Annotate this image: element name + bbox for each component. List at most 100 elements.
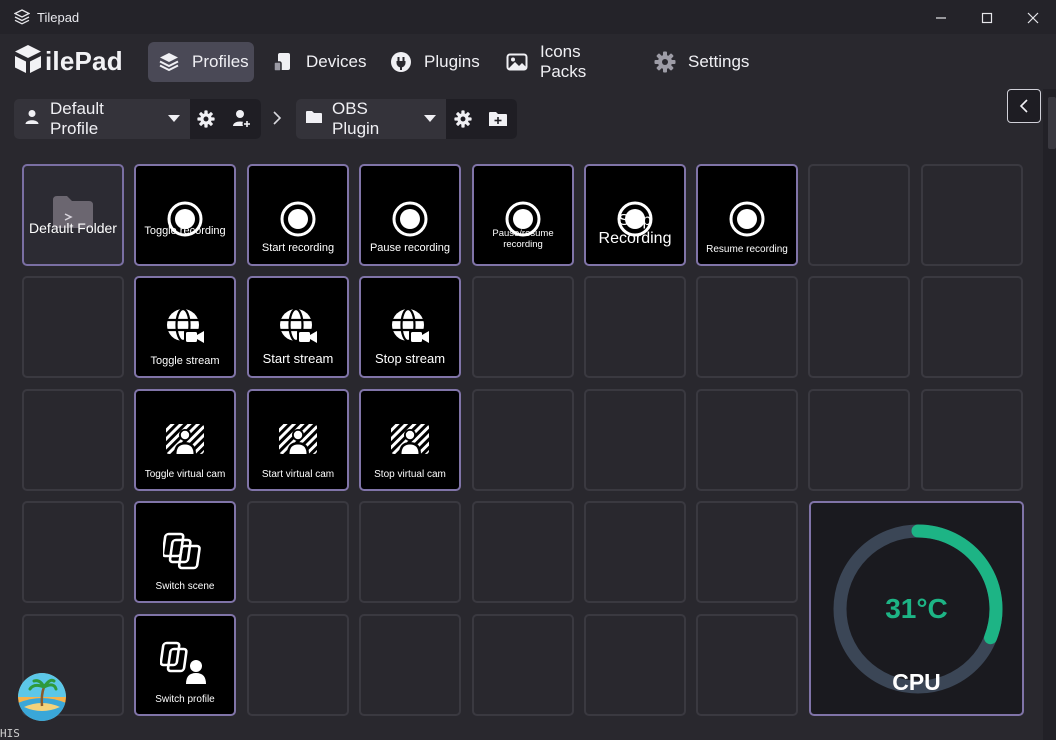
close-icon <box>1027 12 1039 24</box>
title-bar: Tilepad <box>0 0 1056 34</box>
empty-tile[interactable] <box>472 501 574 603</box>
sidebar-toggle-button[interactable] <box>1007 89 1041 123</box>
virtual-cam-icon <box>136 422 234 456</box>
devices-icon <box>272 51 294 73</box>
tab-icons-packs[interactable]: Icons Packs <box>496 42 640 82</box>
tab-label: Plugins <box>424 52 480 71</box>
gear-icon <box>654 51 676 73</box>
tab-plugins[interactable]: Plugins <box>380 42 490 82</box>
add-profile-button[interactable] <box>222 99 261 139</box>
scrollbar[interactable] <box>1043 89 1056 740</box>
cpu-label: CPU <box>892 669 941 695</box>
tile-label: Toggle virtual cam <box>144 469 226 480</box>
tile-label: Stop stream <box>374 351 446 366</box>
empty-tile[interactable] <box>359 501 461 603</box>
stacked-profile-icon <box>136 640 234 688</box>
tile-pause-resume-recording[interactable]: Pause/resume recording <box>472 164 574 266</box>
empty-tile[interactable] <box>472 276 574 378</box>
tile-start-virtual-cam[interactable]: Start virtual cam <box>247 389 349 491</box>
tile-switch-profile[interactable]: Switch profile <box>134 614 236 716</box>
tile-stop-virtual-cam[interactable]: Stop virtual cam <box>359 389 461 491</box>
tab-devices[interactable]: Devices <box>262 42 374 82</box>
close-button[interactable] <box>1010 6 1056 30</box>
gear-icon <box>453 110 472 128</box>
tilepad-window: Tilepad ilePad Profiles Devices Plugins … <box>0 0 1056 740</box>
tile-start-recording[interactable]: Start recording <box>247 164 349 266</box>
scrollbar-thumb[interactable] <box>1048 97 1056 149</box>
empty-tile[interactable] <box>696 389 798 491</box>
record-icon <box>249 200 347 238</box>
minimize-icon <box>936 17 946 19</box>
tab-label: Icons Packs <box>540 42 587 81</box>
empty-tile[interactable] <box>22 389 124 491</box>
chevron-left-icon <box>1019 99 1028 113</box>
empty-tile[interactable] <box>584 501 686 603</box>
tile-stop-recording[interactable]: Stop Recording <box>584 164 686 266</box>
empty-tile[interactable] <box>584 389 686 491</box>
empty-tile[interactable] <box>584 614 686 716</box>
empty-tile[interactable] <box>921 389 1023 491</box>
minimize-button[interactable] <box>918 6 964 30</box>
window-title: Tilepad <box>37 10 80 25</box>
folder-breadcrumb: OBS Plugin <box>296 99 517 139</box>
maximize-icon <box>981 12 993 24</box>
tile-label: Toggle stream <box>150 355 220 367</box>
stacked-squares-icon <box>136 531 234 573</box>
tile-resume-recording[interactable]: Resume recording <box>696 164 798 266</box>
profile-select[interactable]: Default Profile <box>14 99 190 139</box>
user-add-icon <box>232 110 252 129</box>
empty-tile[interactable] <box>921 164 1023 266</box>
empty-tile[interactable] <box>696 501 798 603</box>
empty-tile[interactable] <box>22 276 124 378</box>
tile-toggle-virtual-cam[interactable]: Toggle virtual cam <box>134 389 236 491</box>
tab-profiles[interactable]: Profiles <box>148 42 254 82</box>
tab-label: Settings <box>688 52 750 71</box>
empty-tile[interactable] <box>247 501 349 603</box>
tile-stop-stream[interactable]: Stop stream <box>359 276 461 378</box>
empty-tile[interactable] <box>696 276 798 378</box>
tile-pause-recording[interactable]: Pause recording <box>359 164 461 266</box>
tile-toggle-recording[interactable]: Toggle recording <box>134 164 236 266</box>
tile-label: Start recording <box>261 242 335 254</box>
folder-select-label: OBS Plugin <box>332 99 380 138</box>
profile-settings-button[interactable] <box>190 99 223 139</box>
app-logo[interactable]: ilePad <box>14 44 123 78</box>
empty-tile[interactable] <box>247 614 349 716</box>
background-edge-text: HIS <box>0 727 20 740</box>
plug-icon <box>390 51 412 73</box>
folder-select[interactable]: OBS Plugin <box>296 99 446 139</box>
tile-default-folder[interactable]: Default Folder <box>22 164 124 266</box>
image-icon <box>506 51 528 73</box>
tile-label: Start virtual cam <box>261 469 335 480</box>
empty-tile[interactable] <box>696 614 798 716</box>
folder-add-icon <box>488 112 507 126</box>
folder-settings-button[interactable] <box>446 99 479 139</box>
profile-breadcrumb: Default Profile <box>14 99 261 139</box>
tile-label: Resume recording <box>706 244 788 255</box>
tab-settings[interactable]: Settings <box>644 42 762 82</box>
tile-toggle-stream[interactable]: Toggle stream <box>134 276 236 378</box>
add-folder-button[interactable] <box>478 99 517 139</box>
empty-tile[interactable] <box>359 614 461 716</box>
empty-tile[interactable] <box>22 501 124 603</box>
user-avatar[interactable] <box>18 673 66 721</box>
globe-camera-icon <box>249 306 347 348</box>
tile-label: Stop Recording <box>598 212 672 248</box>
empty-tile[interactable] <box>921 276 1023 378</box>
globe-camera-icon <box>136 306 234 348</box>
tile-start-stream[interactable]: Start stream <box>247 276 349 378</box>
virtual-cam-icon <box>249 422 347 456</box>
empty-tile[interactable] <box>584 276 686 378</box>
cpu-temperature-widget[interactable]: 31°C CPU <box>809 501 1024 716</box>
gear-icon <box>197 110 215 128</box>
empty-tile[interactable] <box>808 389 910 491</box>
maximize-button[interactable] <box>964 6 1010 30</box>
empty-tile[interactable] <box>808 276 910 378</box>
tile-label: Switch profile <box>155 694 215 705</box>
empty-tile[interactable] <box>472 389 574 491</box>
tile-switch-scene[interactable]: Switch scene <box>134 501 236 603</box>
profile-select-label: Default Profile <box>50 99 104 138</box>
cpu-temperature: 31°C <box>885 593 948 624</box>
empty-tile[interactable] <box>472 614 574 716</box>
empty-tile[interactable] <box>808 164 910 266</box>
